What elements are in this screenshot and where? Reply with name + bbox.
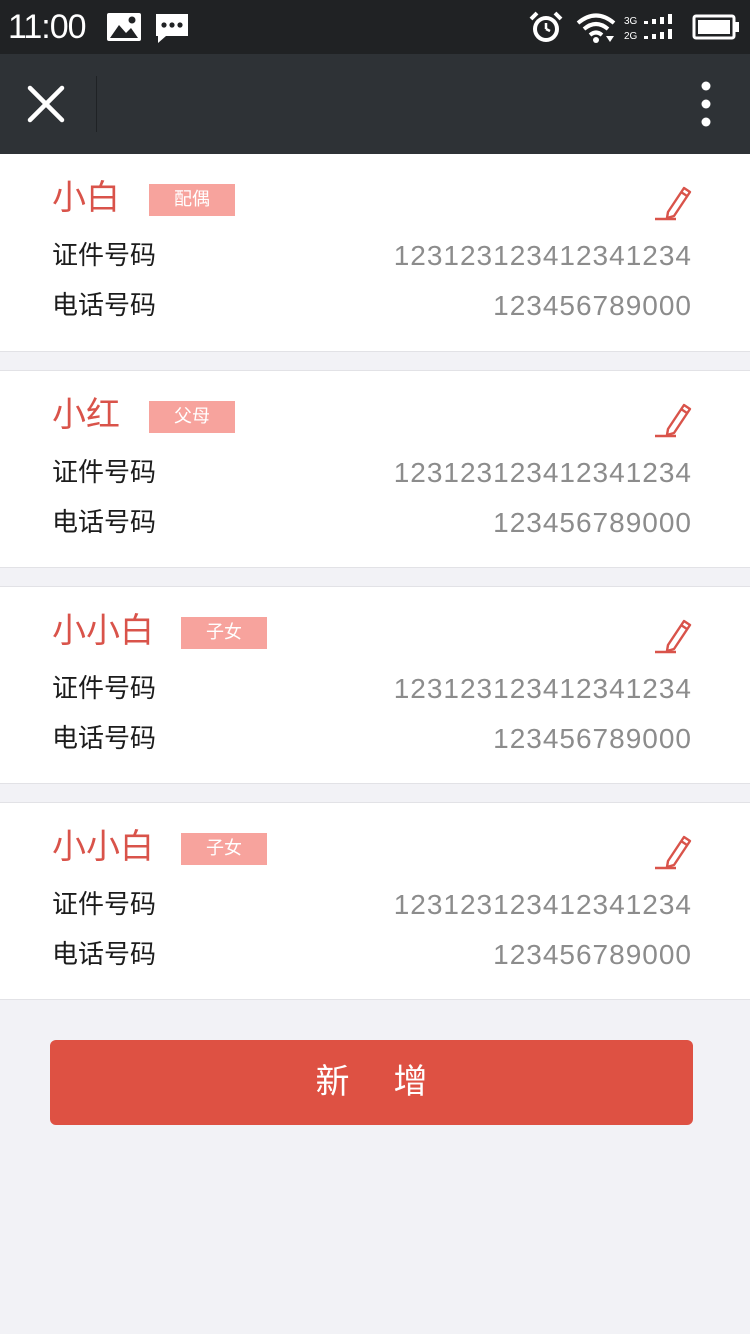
- phone-number-label: 电话号码: [52, 291, 157, 321]
- edit-button[interactable]: [654, 399, 696, 439]
- battery-icon: [692, 14, 740, 44]
- edit-pencil-icon: [655, 186, 692, 221]
- network-2g-label: 2G: [624, 31, 638, 42]
- phone-number-value: 123456789000: [493, 723, 692, 754]
- edit-button[interactable]: [654, 615, 696, 655]
- alarm-icon: [528, 10, 564, 50]
- top-nav-bar: [0, 54, 750, 154]
- edit-pencil-icon: [655, 835, 692, 870]
- more-vertical-icon: [701, 81, 711, 127]
- member-card: 小白 配偶 证件号码 123123123412341234 电话号码 12345…: [0, 154, 750, 352]
- id-number-value: 123123123412341234: [393, 673, 692, 704]
- relation-badge: 配偶: [149, 184, 235, 216]
- edit-button[interactable]: [654, 831, 696, 871]
- wifi-icon: [576, 12, 616, 48]
- relation-badge: 父母: [149, 401, 235, 433]
- member-card: 小红 父母 证件号码 123123123412341234 电话号码 12345…: [0, 370, 750, 568]
- close-button[interactable]: [18, 76, 74, 132]
- image-icon: [106, 12, 142, 46]
- network-3g-label: 3G: [624, 16, 638, 27]
- more-button[interactable]: [686, 76, 726, 132]
- member-card: 小小白 子女 证件号码 123123123412341234 电话号码 1234…: [0, 802, 750, 1000]
- member-name: 小白: [52, 178, 120, 218]
- relation-badge: 子女: [181, 617, 267, 649]
- signal-icon: 3G 2G: [624, 12, 680, 48]
- phone-number-value: 123456789000: [493, 507, 692, 538]
- add-member-button[interactable]: 新增: [50, 1040, 693, 1125]
- status-time: 11:00: [8, 8, 87, 46]
- member-card: 小小白 子女 证件号码 123123123412341234 电话号码 1234…: [0, 586, 750, 784]
- edit-pencil-icon: [655, 403, 692, 438]
- id-number-label: 证件号码: [52, 241, 157, 271]
- phone-number-label: 电话号码: [52, 508, 157, 538]
- phone-number-label: 电话号码: [52, 940, 157, 970]
- member-name: 小小白: [52, 827, 154, 867]
- id-number-label: 证件号码: [52, 890, 157, 920]
- id-number-value: 123123123412341234: [393, 457, 692, 488]
- member-name: 小小白: [52, 611, 154, 651]
- id-number-value: 123123123412341234: [393, 240, 692, 271]
- edit-button[interactable]: [654, 182, 696, 222]
- member-list: 小白 配偶 证件号码 123123123412341234 电话号码 12345…: [0, 154, 750, 1018]
- relation-badge: 子女: [181, 833, 267, 865]
- close-icon: [27, 85, 65, 123]
- nav-divider: [96, 76, 97, 132]
- phone-number-label: 电话号码: [52, 724, 157, 754]
- id-number-label: 证件号码: [52, 674, 157, 704]
- message-icon: [154, 12, 190, 48]
- status-bar: 11:00 3G 2G: [0, 0, 750, 54]
- edit-pencil-icon: [655, 619, 692, 654]
- member-name: 小红: [52, 395, 120, 435]
- phone-number-value: 123456789000: [493, 290, 692, 321]
- phone-number-value: 123456789000: [493, 939, 692, 970]
- id-number-label: 证件号码: [52, 458, 157, 488]
- id-number-value: 123123123412341234: [393, 889, 692, 920]
